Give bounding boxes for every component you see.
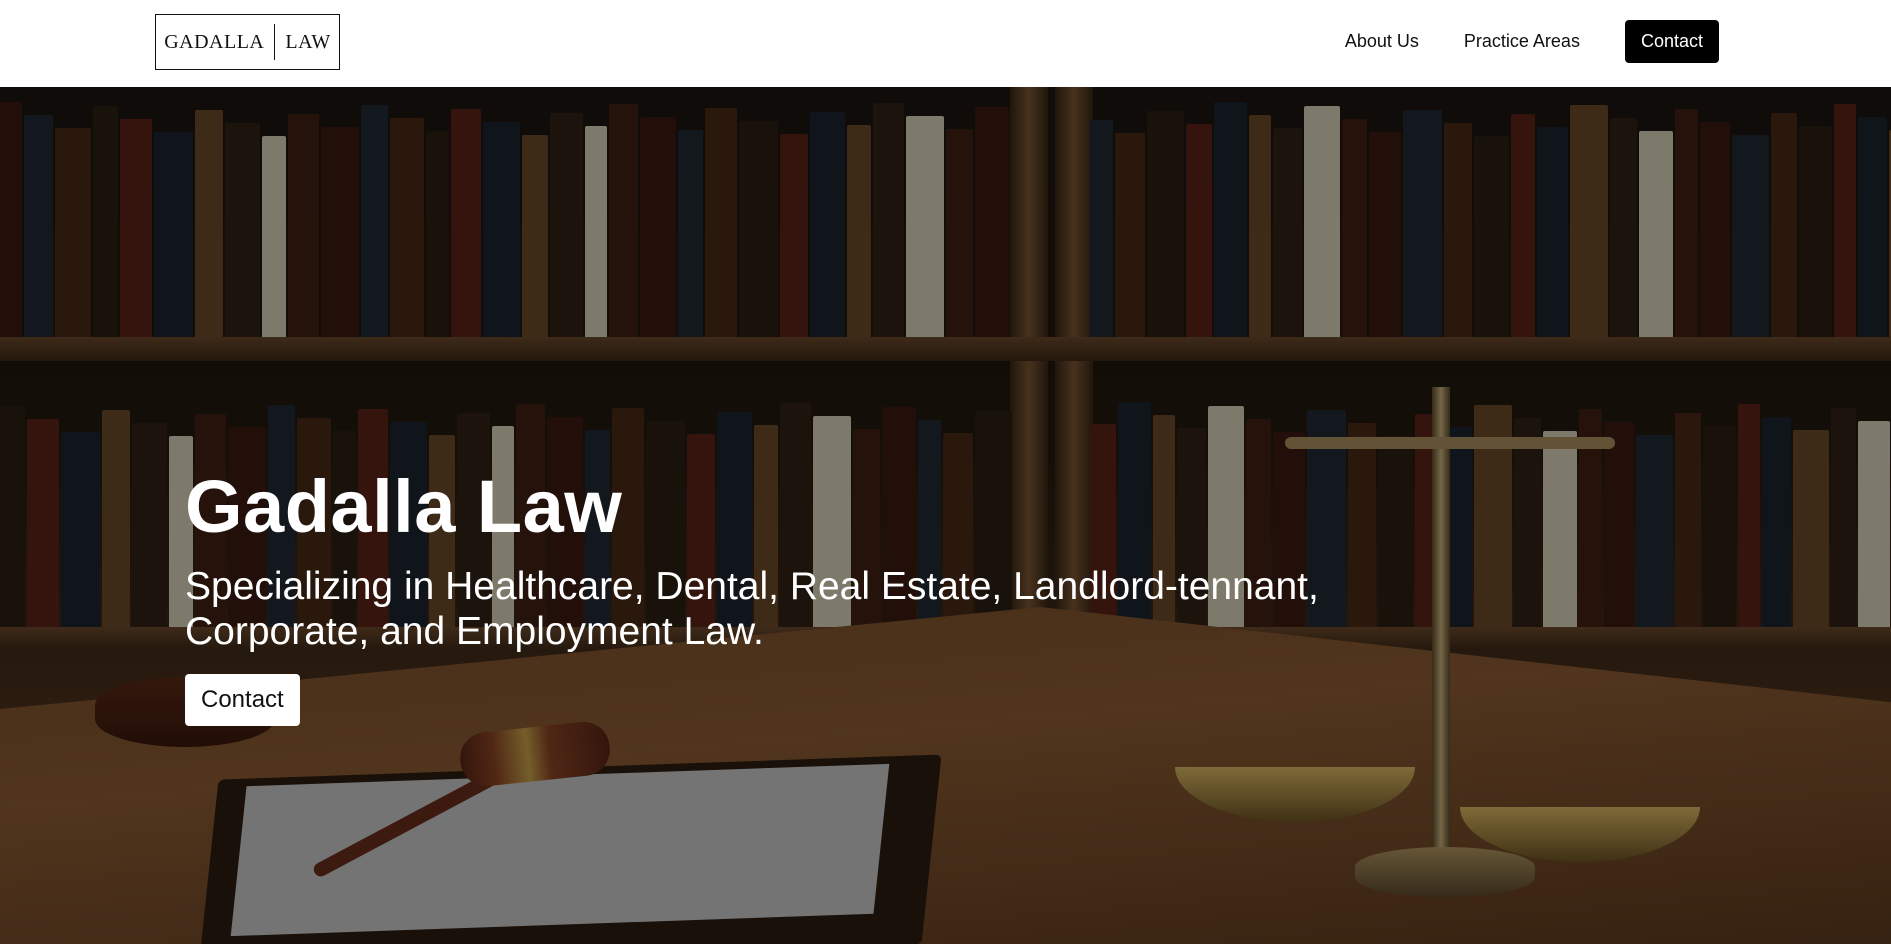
hero-content: Gadalla Law Specializing in Healthcare, …	[185, 470, 1485, 726]
hero-contact-button[interactable]: Contact	[185, 674, 300, 726]
hero-subtitle: Specializing in Healthcare, Dental, Real…	[185, 565, 1319, 653]
nav-link-practice-areas[interactable]: Practice Areas	[1464, 31, 1580, 52]
nav-link-about-us[interactable]: About Us	[1345, 31, 1419, 52]
logo-divider	[274, 24, 276, 60]
hero-title: Gadalla Law	[185, 465, 623, 548]
logo[interactable]: GADALLA LAW	[155, 14, 340, 70]
hero-section: Gadalla Law Specializing in Healthcare, …	[0, 87, 1891, 944]
main-nav: About Us Practice Areas Contact	[1345, 20, 1719, 63]
site-header: GADALLA LAW About Us Practice Areas Cont…	[0, 0, 1891, 87]
logo-text-law: LAW	[285, 30, 331, 53]
nav-contact-button[interactable]: Contact	[1624, 20, 1719, 63]
logo-text-gadalla: GADALLA	[164, 30, 265, 53]
